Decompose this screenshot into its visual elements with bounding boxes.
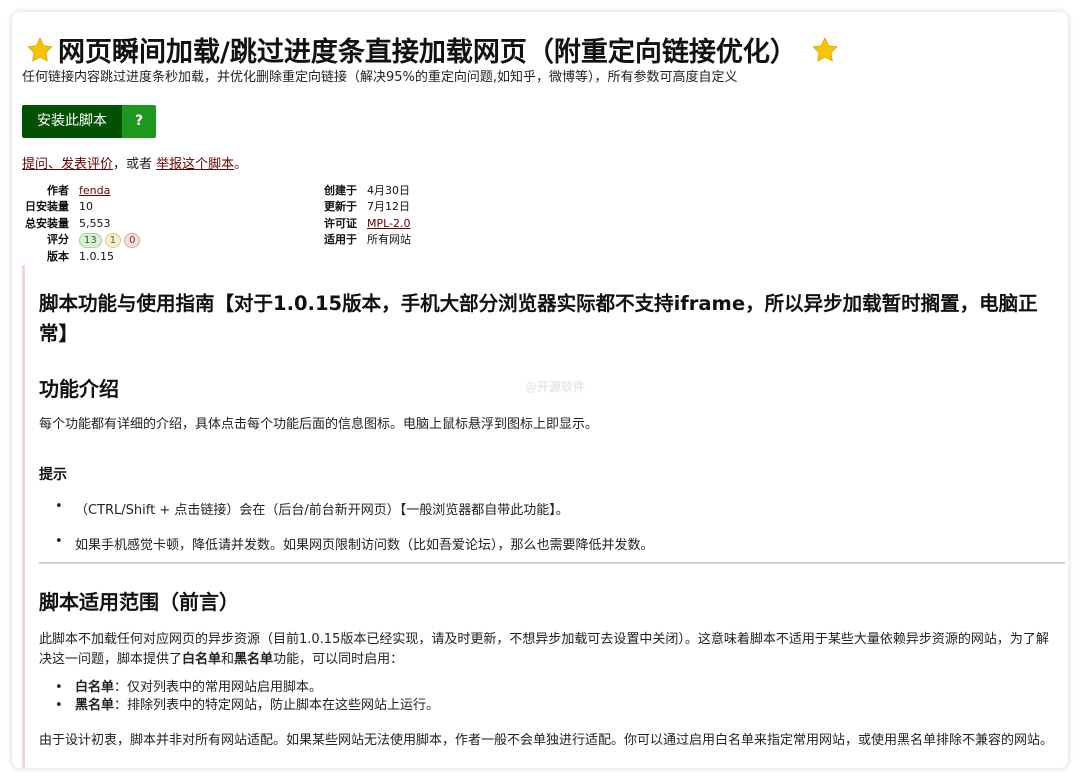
whitelist-term: 白名单 [75, 680, 115, 695]
features-heading: 功能介绍 [39, 377, 119, 401]
meta-updated: 更新于 7月12日 [312, 199, 411, 215]
feedback-end: 。 [234, 157, 248, 172]
tip-item: （CTRL/Shift + 点击链接）会在（后台/前台新开网页）【一般浏览器都自… [55, 499, 1055, 518]
meta-value: 4月30日 [367, 184, 410, 197]
scope-blacklist-term: 黑名单 [234, 652, 274, 667]
blacklist-term: 黑名单 [75, 698, 115, 713]
meta-version: 版本 1.0.15 [22, 249, 143, 265]
script-meta-right: 创建于 4月30日 更新于 7月12日 许可证 MPL-2.0 适用于 所有网站 [312, 183, 411, 249]
meta-value: 1.0.15 [79, 249, 114, 263]
star-icon [812, 37, 838, 61]
features-text: 每个功能都有详细的介绍，具体点击每个功能后面的信息图标。电脑上鼠标悬浮到图标上即… [39, 417, 599, 432]
star-icon [27, 37, 53, 61]
blacklist-desc: ：排除列表中的特定网站，防止脚本在这些网站上运行。 [114, 698, 440, 713]
script-description: 任何链接内容跳过进度条秒加载，并优化删除重定向链接（解决95%的重定向问题,如知… [22, 70, 738, 85]
meta-label: 总安装量 [25, 216, 69, 230]
meta-label: 作者 [47, 184, 69, 197]
scope-and-text: 和 [221, 652, 235, 667]
install-button-group: 安装此脚本 ? [22, 105, 156, 138]
scope-whitelist-term: 白名单 [182, 652, 222, 667]
author-link[interactable]: fenda [79, 184, 110, 197]
meta-label: 创建于 [324, 184, 357, 197]
tips-heading: 提示 [39, 467, 67, 483]
meta-applies-to: 适用于 所有网站 [312, 232, 411, 248]
meta-daily-installs: 日安装量 10 [22, 199, 143, 215]
script-additional-info: 脚本功能与使用指南【对于1.0.15版本，手机大部分浏览器实际都不支持ifram… [22, 265, 1068, 768]
tips-list: （CTRL/Shift + 点击链接）会在（后台/前台新开网页）【一般浏览器都自… [39, 499, 1055, 553]
feedback-line: 提问、发表评价，或者 举报这个脚本。 [22, 153, 247, 172]
meta-label: 适用于 [324, 233, 357, 247]
scope-paragraph: 此脚本不加载任何对应网页的异步资源（目前1.0.15版本已经实现，请及时更新，不… [39, 630, 1055, 670]
script-info: 网页瞬间加载/跳过进度条直接加载网页（附重定向链接优化） 任何链接内容跳过进度条… [22, 12, 1068, 768]
license-link[interactable]: MPL-2.0 [367, 217, 411, 230]
meta-value: 7月12日 [367, 200, 410, 214]
meta-label: 版本 [47, 249, 69, 263]
feedback-link[interactable]: 提问、发表评价 [22, 157, 113, 172]
install-help-button[interactable]: ? [122, 105, 156, 138]
rating-good-badge: 13 [79, 233, 102, 249]
scope-list-item: 黑名单：排除列表中的特定网站，防止脚本在这些网站上运行。 [55, 697, 1055, 715]
feedback-or-text: ，或者 [113, 157, 157, 172]
report-link[interactable]: 举报这个脚本 [156, 157, 234, 172]
rating-bad-badge: 0 [124, 233, 141, 249]
meta-label: 更新于 [324, 200, 357, 214]
install-button[interactable]: 安装此脚本 [22, 105, 122, 138]
meta-total-installs: 总安装量 5,553 [22, 216, 143, 232]
meta-rating: 评分 13 1 0 [22, 232, 143, 249]
scope-text-end: 功能，可以同时启用： [273, 652, 404, 667]
meta-label: 评分 [47, 233, 69, 247]
rating-pills: 13 1 0 [79, 232, 143, 249]
meta-value: 5,553 [79, 216, 111, 230]
whitelist-desc: ：仅对列表中的常用网站启用脚本。 [114, 680, 323, 695]
meta-license: 许可证 MPL-2.0 [312, 216, 411, 232]
page-frame: 网页瞬间加载/跳过进度条直接加载网页（附重定向链接优化） 任何链接内容跳过进度条… [12, 12, 1068, 768]
tip-item: 如果手机感觉卡顿，降低请并发数。如果网页限制访问数（比如吾爱论坛），那么也需要降… [55, 534, 1055, 553]
script-meta-left: 作者 fenda 日安装量 10 总安装量 5,553 评分 13 1 0 版本 1… [22, 183, 143, 265]
script-title-row: 网页瞬间加载/跳过进度条直接加载网页（附重定向链接优化） [26, 30, 839, 69]
scope-list-item: 白名单：仅对列表中的常用网站启用脚本。 [55, 679, 1055, 697]
scope-heading: 脚本适用范围（前言） [39, 590, 239, 614]
watermark: @开源软件 [525, 380, 586, 394]
meta-label: 许可证 [324, 216, 357, 230]
rating-ok-badge: 1 [104, 233, 122, 249]
closing-paragraph: 由于设计初衷，脚本并非对所有网站适配。如果某些网站无法使用脚本，作者一般不会单独… [39, 733, 1054, 748]
meta-value: 10 [79, 200, 93, 214]
guide-heading: 脚本功能与使用指南【对于1.0.15版本，手机大部分浏览器实际都不支持ifram… [39, 292, 1038, 345]
meta-author: 作者 fenda [22, 183, 143, 199]
meta-value: 所有网站 [367, 233, 411, 247]
meta-label: 日安装量 [25, 200, 69, 214]
scope-list: 白名单：仅对列表中的常用网站启用脚本。 黑名单：排除列表中的特定网站，防止脚本在… [39, 679, 1055, 715]
script-title: 网页瞬间加载/跳过进度条直接加载网页（附重定向链接优化） [58, 37, 797, 68]
meta-created: 创建于 4月30日 [312, 183, 411, 199]
section-divider [39, 562, 1065, 564]
